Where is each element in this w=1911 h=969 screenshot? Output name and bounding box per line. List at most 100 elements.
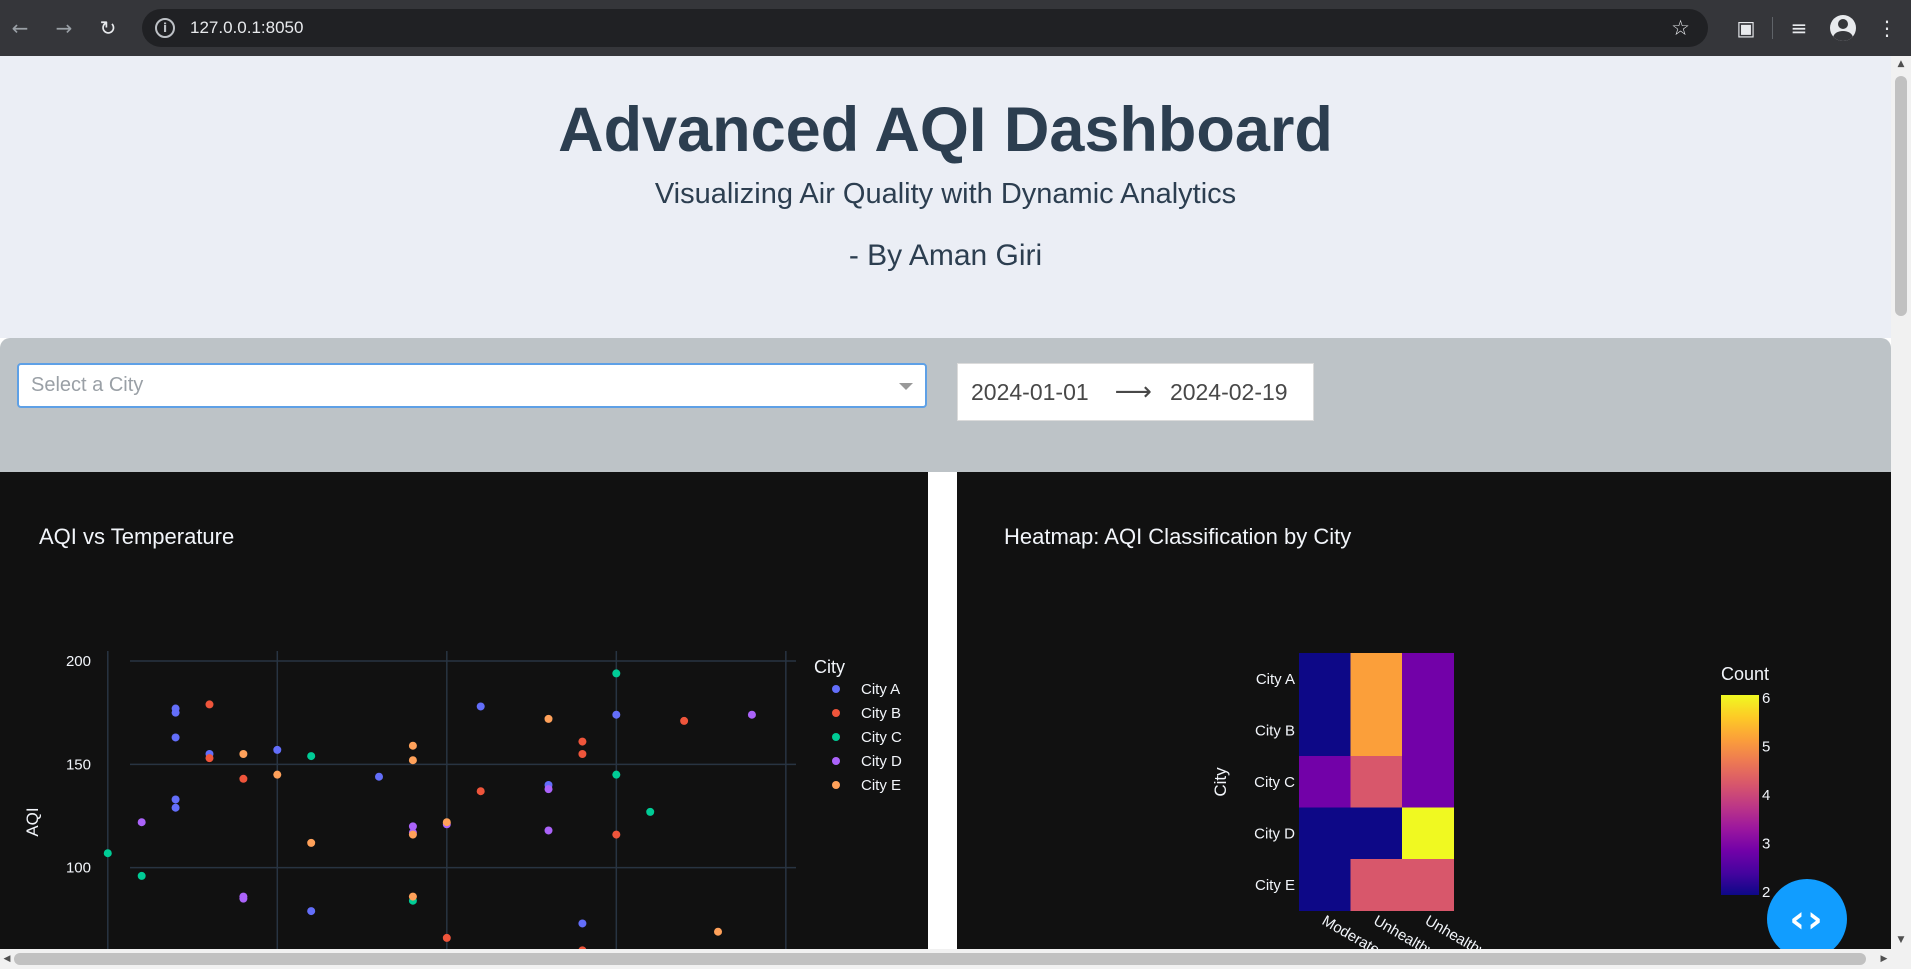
legend-item-label[interactable]: City A bbox=[861, 681, 900, 698]
site-info-icon[interactable]: i bbox=[155, 18, 175, 38]
avatar bbox=[1830, 15, 1856, 41]
scatter-point[interactable] bbox=[273, 745, 282, 754]
address-bar[interactable]: i 127.0.0.1:8050 ☆ bbox=[142, 9, 1708, 47]
back-icon[interactable]: ← bbox=[2, 10, 38, 46]
scatter-point[interactable] bbox=[239, 750, 248, 758]
heatmap-chart[interactable]: City A City B City C City D City E Moderate Un… bbox=[957, 472, 1891, 949]
city-dropdown[interactable]: Select a City bbox=[17, 363, 927, 408]
legend-marker[interactable] bbox=[832, 709, 840, 717]
browser-toolbar: ← → ↻ i 127.0.0.1:8050 ☆ ▣ ≡ ⋮ bbox=[0, 0, 1911, 56]
code-toggle-button[interactable]: ‹› bbox=[1767, 879, 1847, 949]
heatmap-cell[interactable] bbox=[1350, 704, 1403, 757]
scatter-point[interactable] bbox=[239, 894, 248, 903]
scatter-point[interactable] bbox=[171, 704, 180, 713]
city-dropdown-placeholder: Select a City bbox=[31, 374, 144, 396]
url-text[interactable]: 127.0.0.1:8050 bbox=[190, 18, 303, 38]
colorbar bbox=[1721, 695, 1759, 895]
legend-item-label[interactable]: City E bbox=[861, 777, 901, 794]
start-date-input[interactable]: 2024-01-01 bbox=[971, 379, 1089, 406]
scatter-point[interactable] bbox=[408, 892, 417, 901]
scatter-point[interactable] bbox=[408, 830, 417, 839]
extensions-icon[interactable]: ▣ bbox=[1728, 10, 1764, 46]
menu-kebab-icon[interactable]: ⋮ bbox=[1869, 10, 1905, 46]
scatter-point[interactable] bbox=[171, 795, 180, 804]
scroll-down-icon[interactable]: ▼ bbox=[1891, 932, 1911, 949]
scatter-point[interactable] bbox=[612, 710, 621, 719]
scatter-point[interactable] bbox=[137, 871, 146, 880]
scatter-point[interactable] bbox=[612, 830, 621, 839]
heatmap-cell[interactable] bbox=[1299, 653, 1351, 705]
end-date-input[interactable]: 2024-02-19 bbox=[1170, 379, 1288, 406]
heatmap-cell[interactable] bbox=[1299, 756, 1351, 808]
legend-marker[interactable] bbox=[832, 757, 840, 765]
heatmap-cell[interactable] bbox=[1402, 704, 1454, 757]
scatter-point[interactable] bbox=[544, 785, 553, 794]
heatmap-cell[interactable] bbox=[1299, 859, 1351, 911]
forward-icon[interactable]: → bbox=[46, 10, 82, 46]
scatter-point[interactable] bbox=[442, 818, 451, 827]
heatmap-cell[interactable] bbox=[1350, 756, 1403, 808]
scatter-point[interactable] bbox=[307, 838, 316, 847]
scatter-point[interactable] bbox=[442, 933, 451, 942]
reload-icon[interactable]: ↻ bbox=[90, 10, 126, 46]
scatter-point[interactable] bbox=[171, 803, 180, 812]
heatmap-x-tick-label: Unhealthy for Sensitiv bbox=[1422, 912, 1557, 949]
horizontal-scroll-thumb[interactable] bbox=[14, 953, 1866, 965]
scatter-point[interactable] bbox=[307, 907, 316, 916]
scatter-point[interactable] bbox=[714, 927, 723, 936]
date-range-picker[interactable]: 2024-01-01 ⟶ 2024-02-19 bbox=[957, 363, 1314, 421]
scatter-point[interactable] bbox=[747, 710, 756, 719]
scatter-point[interactable] bbox=[612, 669, 621, 678]
y-tick-label: 100 bbox=[66, 860, 91, 877]
scatter-point[interactable] bbox=[544, 714, 553, 723]
chevron-down-icon[interactable] bbox=[899, 383, 913, 390]
scatter-point[interactable] bbox=[612, 770, 621, 779]
scatter-point[interactable] bbox=[646, 807, 655, 816]
heatmap-cell[interactable] bbox=[1402, 653, 1454, 705]
heatmap-cell[interactable] bbox=[1402, 807, 1454, 860]
horizontal-scrollbar[interactable]: ◀ ▶ bbox=[0, 949, 1911, 969]
scatter-point[interactable] bbox=[578, 919, 587, 928]
legend-item-label[interactable]: City B bbox=[861, 705, 901, 722]
heatmap-cell[interactable] bbox=[1402, 756, 1454, 808]
scatter-point[interactable] bbox=[544, 826, 553, 835]
heatmap-cell[interactable] bbox=[1299, 704, 1351, 757]
scatter-point[interactable] bbox=[476, 787, 485, 796]
profile-icon[interactable] bbox=[1825, 10, 1861, 46]
scatter-point[interactable] bbox=[408, 756, 417, 765]
heatmap-cell[interactable] bbox=[1299, 807, 1351, 860]
y-axis-label: AQI bbox=[23, 807, 42, 836]
legend-item-label[interactable]: City C bbox=[861, 729, 902, 746]
scatter-point[interactable] bbox=[273, 770, 282, 779]
scatter-point[interactable] bbox=[205, 754, 214, 763]
heatmap-cell[interactable] bbox=[1350, 807, 1403, 860]
scatter-point[interactable] bbox=[680, 716, 689, 725]
scroll-left-icon[interactable]: ◀ bbox=[0, 949, 14, 969]
vertical-scroll-thumb[interactable] bbox=[1895, 76, 1907, 316]
scroll-right-icon[interactable]: ▶ bbox=[1877, 949, 1891, 969]
legend-marker[interactable] bbox=[832, 781, 840, 789]
scatter-point[interactable] bbox=[578, 737, 587, 746]
scroll-up-icon[interactable]: ▲ bbox=[1891, 56, 1911, 73]
heatmap-cell[interactable] bbox=[1350, 653, 1403, 705]
scatter-point[interactable] bbox=[375, 772, 383, 781]
scatter-point[interactable] bbox=[578, 750, 587, 758]
legend-marker[interactable] bbox=[832, 685, 840, 693]
scatter-point[interactable] bbox=[171, 733, 180, 742]
bookmark-star-icon[interactable]: ☆ bbox=[1671, 16, 1690, 40]
media-controls-icon[interactable]: ≡ bbox=[1781, 10, 1817, 46]
scatter-chart[interactable]: 152025303550100150200AQICityCity ACity B… bbox=[0, 472, 928, 949]
heatmap-cell[interactable] bbox=[1350, 859, 1403, 911]
scatter-point[interactable] bbox=[137, 818, 146, 827]
scatter-point[interactable] bbox=[239, 774, 248, 783]
heatmap-cell[interactable] bbox=[1402, 859, 1454, 911]
colorbar-tick-label: 5 bbox=[1762, 739, 1770, 756]
scatter-point[interactable] bbox=[476, 702, 485, 711]
scatter-point[interactable] bbox=[103, 849, 112, 858]
vertical-scrollbar[interactable]: ▲ ▼ bbox=[1891, 56, 1911, 949]
legend-item-label[interactable]: City D bbox=[861, 753, 902, 770]
legend-marker[interactable] bbox=[832, 733, 840, 741]
scatter-point[interactable] bbox=[408, 741, 417, 750]
scatter-point[interactable] bbox=[205, 700, 214, 709]
scatter-point[interactable] bbox=[307, 752, 316, 761]
